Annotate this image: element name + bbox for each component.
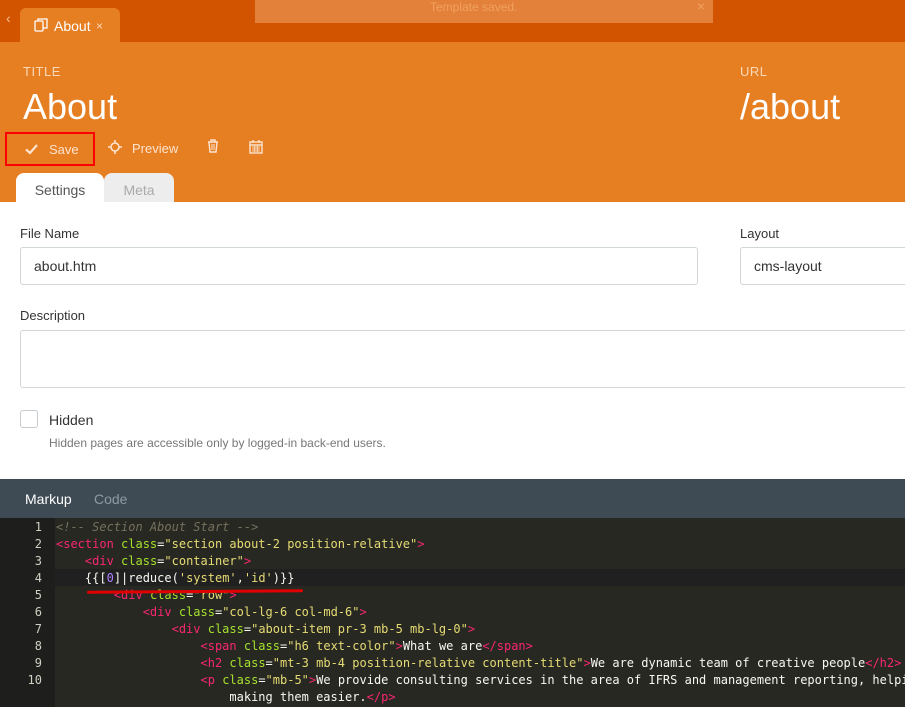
code-line[interactable]: <section class="section about-2 position… <box>56 536 425 553</box>
line-number: 5 <box>34 588 42 602</box>
document-tab-about[interactable]: About × <box>20 8 120 42</box>
code-line[interactable]: making them easier.</p> <box>56 689 395 706</box>
title-field[interactable]: About <box>23 86 117 128</box>
document-tab-label: About <box>54 18 91 34</box>
tab-meta-label: Meta <box>123 182 155 198</box>
tab-code[interactable]: Code <box>94 491 127 507</box>
code-line[interactable]: <h2 class="mt-3 mb-4 position-relative c… <box>56 655 902 672</box>
chevron-left-icon[interactable]: ‹ <box>6 10 11 26</box>
flash-message-text: Template saved. <box>430 0 518 14</box>
code-line[interactable]: {{[0]|reduce('system','id')}} <box>56 570 295 587</box>
preview-button-label: Preview <box>132 141 179 156</box>
line-number: 4 <box>34 571 42 585</box>
save-button[interactable]: Save <box>5 132 95 166</box>
title-label: TITLE <box>23 64 61 79</box>
layout-label: Layout <box>740 226 780 241</box>
code-line[interactable]: <div class="col-lg-6 col-md-6"> <box>56 604 367 621</box>
save-button-label: Save <box>49 142 79 157</box>
crosshair-icon <box>108 140 122 154</box>
line-number: 1 <box>34 520 42 534</box>
file-name-input[interactable]: about.htm <box>20 247 698 285</box>
file-name-label: File Name <box>20 226 80 241</box>
layout-value: cms-layout <box>754 258 822 274</box>
code-line[interactable]: <div class="container"> <box>56 553 251 570</box>
url-field[interactable]: /about <box>740 86 840 128</box>
preview-button[interactable]: Preview <box>106 132 196 166</box>
flash-message: Template saved. × <box>255 0 713 23</box>
line-number: 10 <box>27 673 42 687</box>
delete-button[interactable] <box>205 132 223 166</box>
code-line[interactable]: <span class="h6 text-color">What we are<… <box>56 638 533 655</box>
layout-select[interactable]: cms-layout <box>740 247 905 285</box>
code-line[interactable]: <!-- Section About Start --> <box>56 519 258 536</box>
line-number-gutter: 1 2 3 4 5 6 7 8 9 10 <box>0 518 55 707</box>
code-editor[interactable]: 1 2 3 4 5 6 7 8 9 10 <!-- Section About Start -->… <box>0 518 905 707</box>
line-number: 2 <box>34 537 42 551</box>
tab-meta[interactable]: Meta <box>104 173 174 202</box>
schedule-button[interactable] <box>248 132 266 166</box>
hidden-checkbox[interactable] <box>20 410 38 428</box>
editor-tab-bar: Markup Code <box>0 479 905 518</box>
close-icon[interactable]: × <box>697 0 705 14</box>
trash-icon <box>208 139 218 153</box>
calendar-icon <box>249 140 263 154</box>
line-number: 7 <box>34 622 42 636</box>
tab-settings[interactable]: Settings <box>16 173 104 202</box>
code-line[interactable]: <div class="about-item pr-3 mb-5 mb-lg-0… <box>56 621 475 638</box>
tab-markup[interactable]: Markup <box>25 491 72 507</box>
code-line[interactable]: <p class="mb-5">We provide consulting se… <box>56 672 905 689</box>
page-header: ‹ About × Template saved. × TITLE About … <box>0 0 905 202</box>
description-input[interactable] <box>20 330 905 388</box>
description-label: Description <box>20 308 86 323</box>
line-number: 3 <box>34 554 42 568</box>
url-label: URL <box>740 64 768 79</box>
line-number: 8 <box>34 639 42 653</box>
file-name-value: about.htm <box>34 258 97 274</box>
tab-settings-label: Settings <box>34 182 86 198</box>
check-icon <box>25 144 38 155</box>
line-number: 6 <box>34 605 42 619</box>
close-icon[interactable]: × <box>96 19 103 33</box>
copy-icon <box>34 18 48 32</box>
hidden-help-text: Hidden pages are accessible only by logg… <box>49 436 386 450</box>
line-number: 9 <box>34 656 42 670</box>
hidden-label[interactable]: Hidden <box>49 412 93 428</box>
